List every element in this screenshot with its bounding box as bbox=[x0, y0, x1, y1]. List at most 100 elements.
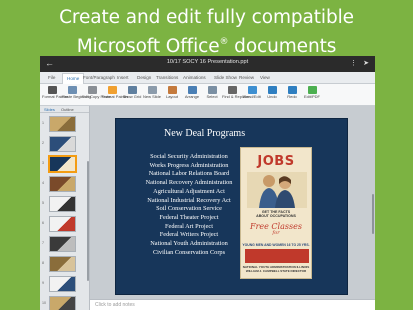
read-icon bbox=[247, 86, 257, 94]
ribbon-button-label: Read/Edit bbox=[243, 94, 261, 99]
agency-item: Federal Art Project bbox=[165, 222, 213, 230]
layout-icon bbox=[167, 86, 177, 94]
current-slide[interactable]: New Deal Programs Social Security Admini… bbox=[115, 118, 348, 295]
thumbnail-image bbox=[49, 236, 76, 252]
ribbon-button-label: Select bbox=[206, 94, 218, 99]
agency-item: Agricultural Adjustment Act bbox=[153, 187, 225, 195]
tab-slides[interactable]: Slides bbox=[44, 107, 55, 112]
slide-number: 8 bbox=[42, 261, 44, 265]
poster-free-classes: Free Classes for bbox=[241, 222, 311, 236]
title-bar: ← 10/17 SOCY 16 Presentation.ppt ⋮ ➤ bbox=[40, 56, 375, 72]
thumbnail-image bbox=[49, 156, 76, 172]
poster-young-line: YOUNG MEN AND WOMEN 16 TO 25 YRS. bbox=[242, 243, 310, 247]
arrange-button[interactable]: Arrange bbox=[182, 86, 202, 100]
slide-thumbnail-panel: Slides Outline 1 2 3 4 5 6 7 8 9 10 bbox=[40, 106, 90, 310]
slide-thumbnail[interactable]: 7 bbox=[40, 235, 89, 253]
poster-subtitle: GET THE FACTS ABOUT OCCUPATIONS bbox=[241, 210, 311, 219]
poster-red-band bbox=[245, 249, 309, 263]
slide-thumbnail[interactable]: 4 bbox=[40, 175, 89, 193]
agency-item: Federal Writers Project bbox=[159, 231, 219, 239]
tab-animations[interactable]: Animations bbox=[183, 75, 206, 80]
grid-icon bbox=[127, 86, 137, 94]
thumbnail-image bbox=[49, 216, 76, 232]
thumbnail-image bbox=[49, 276, 76, 292]
ribbon-toolbar: Format Painter Paste Beginning Edit Copy P… bbox=[40, 84, 375, 106]
slide-title[interactable]: New Deal Programs bbox=[164, 128, 245, 139]
canvas-scrollbar[interactable] bbox=[372, 194, 374, 234]
layout-button[interactable]: Layout bbox=[162, 86, 182, 100]
ribbon-button-label: Format Painter bbox=[102, 94, 129, 99]
agency-item: Federal Theater Project bbox=[159, 213, 219, 221]
slide-thumbnail[interactable]: 3 bbox=[40, 155, 89, 173]
thumbnail-image bbox=[49, 196, 76, 212]
panel-scrollbar[interactable] bbox=[87, 161, 89, 281]
slide-thumbnail[interactable]: 1 bbox=[40, 115, 89, 133]
tab-transitions[interactable]: Transitions bbox=[156, 75, 178, 80]
agency-item: National Labor Relations Board bbox=[148, 170, 230, 178]
slide-number: 9 bbox=[42, 281, 44, 285]
agency-item: Works Progress Administration bbox=[149, 161, 229, 169]
tab-outline[interactable]: Outline bbox=[61, 107, 74, 112]
paint-button[interactable]: Format Painter bbox=[102, 86, 129, 100]
panel-tabs: Slides Outline bbox=[40, 106, 89, 113]
tab-insert[interactable]: Insert bbox=[117, 75, 129, 80]
slide-thumbnail[interactable]: 6 bbox=[40, 215, 89, 233]
poster-footer: NATIONAL YOUTH ADMINISTRATION ILLINOIS W… bbox=[241, 265, 311, 274]
document-title: 10/17 SOCY 16 Presentation.ppt bbox=[166, 59, 249, 65]
poster-footer-line-2: WILLIAM J. CAMPBELL STATE DIRECTOR bbox=[245, 268, 307, 273]
redo-icon bbox=[287, 86, 297, 94]
thumbnail-image bbox=[49, 256, 76, 272]
clipboard-button[interactable]: Edit Copy Paste bbox=[82, 86, 111, 100]
slide-thumbnail[interactable]: 2 bbox=[40, 135, 89, 153]
slide-number: 5 bbox=[42, 201, 44, 205]
grid-button[interactable]: Show Grid bbox=[122, 86, 142, 100]
slide-thumbnail[interactable]: 10 bbox=[40, 295, 89, 310]
read-button[interactable]: Read/Edit bbox=[242, 86, 262, 100]
jobs-poster-image[interactable]: JOBS GET THE FACTS ABOUT OCCUPATIONS Fre… bbox=[240, 147, 312, 279]
agency-item: National Industrial Recovery Act bbox=[147, 196, 231, 204]
share-icon[interactable]: ➤ bbox=[363, 59, 369, 67]
clipboard-icon bbox=[87, 86, 97, 94]
notes-field[interactable]: Click to add notes bbox=[90, 299, 375, 310]
slide-thumbnail[interactable]: 5 bbox=[40, 195, 89, 213]
thumbnail-image bbox=[49, 116, 76, 132]
arrange-icon bbox=[187, 86, 197, 94]
brush-button[interactable]: Format Painter bbox=[42, 86, 69, 100]
slide-thumbnail[interactable]: 8 bbox=[40, 255, 89, 273]
redo-button[interactable]: Redo bbox=[282, 86, 302, 100]
slide-number: 1 bbox=[42, 121, 44, 125]
notes-placeholder: Click to add notes bbox=[95, 302, 135, 308]
slide-number: 2 bbox=[42, 141, 44, 145]
undo-icon bbox=[267, 86, 277, 94]
tab-file[interactable]: File bbox=[48, 75, 55, 80]
ribbon-button-label: Paste Beginning bbox=[62, 94, 92, 99]
pdf-button[interactable]: Edit/PDF bbox=[302, 86, 322, 100]
slide-number: 10 bbox=[42, 301, 46, 305]
agency-list[interactable]: Social Security Administration Works Prog… bbox=[126, 153, 252, 257]
new-slide-button[interactable]: New Slide bbox=[142, 86, 162, 100]
poster-headline: JOBS bbox=[257, 154, 295, 169]
tab-review[interactable]: Review bbox=[239, 75, 254, 80]
promo-line-2-prefix: Microsoft Office bbox=[76, 36, 220, 57]
find-icon bbox=[227, 86, 237, 94]
tab-design[interactable]: Design bbox=[137, 75, 151, 80]
paint-icon bbox=[107, 86, 117, 94]
tab-view[interactable]: View bbox=[260, 75, 270, 80]
ribbon-button-label: Format Painter bbox=[42, 94, 69, 99]
slide-number: 4 bbox=[42, 181, 44, 185]
undo-button[interactable]: Undo bbox=[262, 86, 282, 100]
agency-item: Social Security Administration bbox=[150, 153, 228, 160]
ribbon-tabs: File Home Font/Paragraph Insert Design Transi… bbox=[40, 72, 375, 84]
more-icon[interactable]: ⋮ bbox=[350, 59, 357, 67]
select-button[interactable]: Select bbox=[202, 86, 222, 100]
ribbon-button-label: Find & Replace bbox=[222, 94, 250, 99]
thumbnail-image bbox=[49, 136, 76, 152]
paste-button[interactable]: Paste Beginning bbox=[62, 86, 92, 100]
ribbon-button-label: Show Grid bbox=[122, 94, 142, 99]
slide-thumbnail[interactable]: 9 bbox=[40, 275, 89, 293]
tab-slide-show[interactable]: Slide Show bbox=[214, 75, 237, 80]
promo-line-2: Microsoft Office® documents bbox=[0, 30, 413, 59]
tab-home[interactable]: Home bbox=[62, 73, 85, 84]
tab-font-paragraph[interactable]: Font/Paragraph bbox=[83, 75, 115, 80]
find-button[interactable]: Find & Replace bbox=[222, 86, 250, 100]
